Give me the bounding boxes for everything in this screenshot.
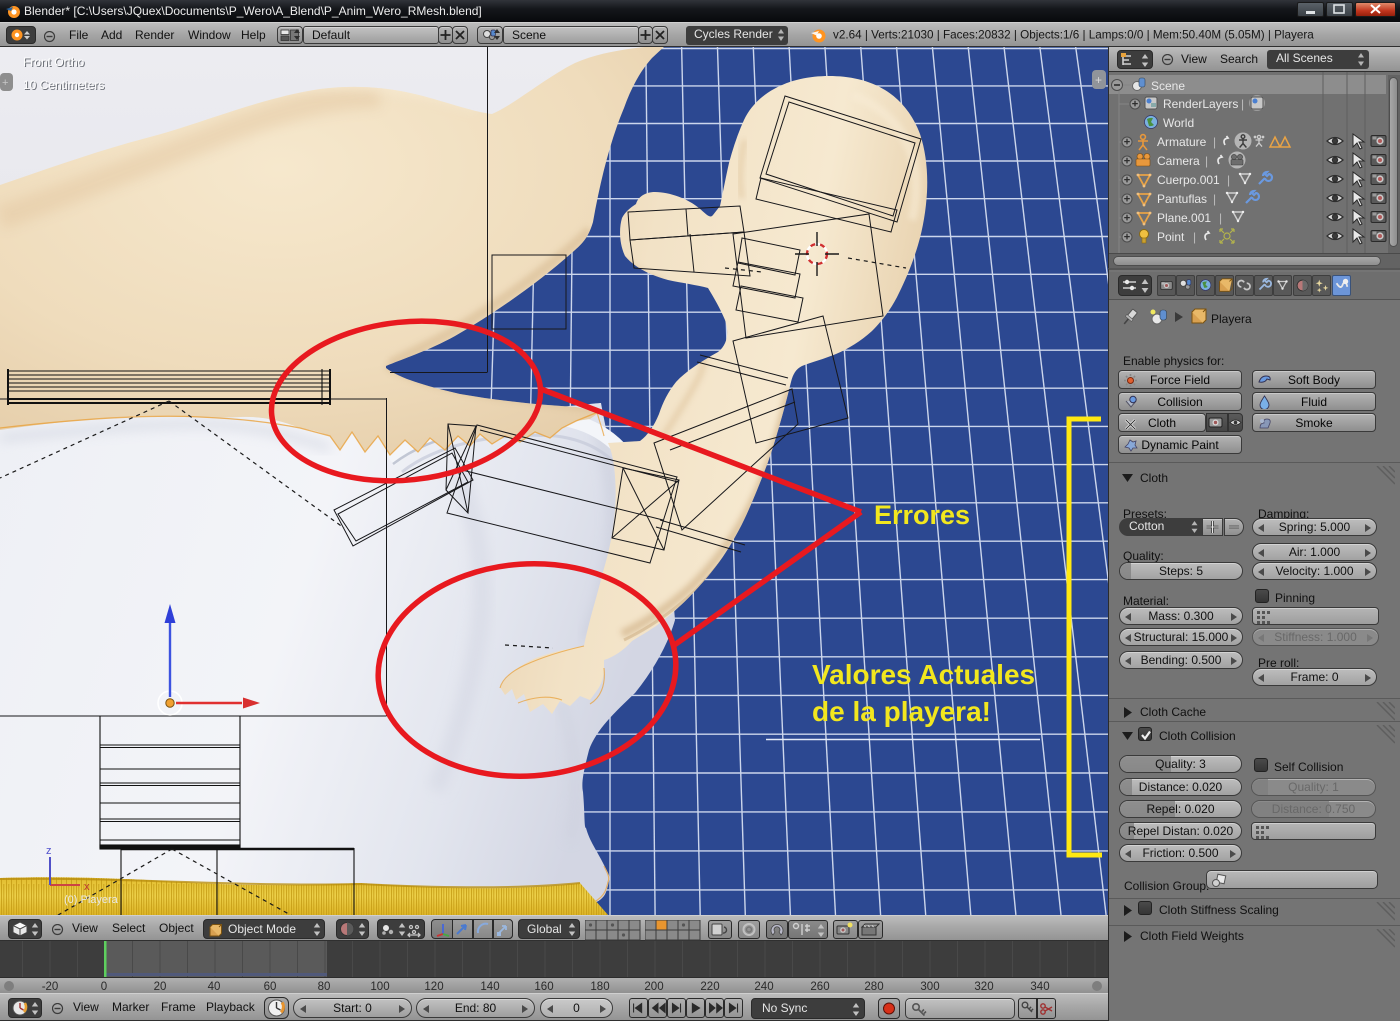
svg-text:+: + [1095,73,1102,87]
svg-text:40: 40 [208,981,221,993]
svg-text:120: 120 [424,981,443,993]
svg-text:(0) Playera: (0) Playera [64,894,119,906]
svg-text:320: 320 [974,981,993,993]
svg-text:Scene: Scene [1151,79,1185,93]
svg-text:Front Ortho: Front Ortho [23,55,85,69]
svg-text:|: | [1227,173,1230,187]
svg-text:Pantuflas: Pantuflas [1157,192,1207,206]
svg-text:10 Centimeters: 10 Centimeters [23,78,104,92]
svg-text:de la playera!: de la playera! [812,696,991,727]
svg-text:Point: Point [1157,230,1185,244]
svg-text:RenderLayers: RenderLayers [1163,97,1238,111]
svg-text:280: 280 [864,981,883,993]
svg-text:80: 80 [318,981,331,993]
svg-text:World: World [1163,116,1194,130]
svg-text:20: 20 [154,981,167,993]
svg-text:Armature: Armature [1157,135,1207,149]
svg-text:|: | [1241,97,1244,111]
svg-text:340: 340 [1030,981,1049,993]
svg-text:|: | [1193,230,1196,244]
svg-text:300: 300 [920,981,939,993]
svg-text:Errores: Errores [874,500,970,530]
svg-text:240: 240 [754,981,773,993]
svg-text:Plane.001: Plane.001 [1157,211,1211,225]
svg-text:200: 200 [644,981,663,993]
svg-text:-20: -20 [42,981,59,993]
svg-text:0: 0 [101,981,107,993]
svg-text:|: | [1205,154,1208,168]
svg-text:Valores Actuales: Valores Actuales [812,659,1035,690]
svg-text:60: 60 [264,981,277,993]
svg-text:|: | [1219,211,1222,225]
svg-text:+: + [2,77,8,89]
svg-text:|: | [1213,135,1216,149]
svg-text:z: z [46,845,52,857]
svg-text:100: 100 [370,981,389,993]
svg-text:160: 160 [534,981,553,993]
svg-text:260: 260 [810,981,829,993]
svg-text:|: | [1213,192,1216,206]
svg-text:x: x [84,881,90,893]
svg-text:Camera: Camera [1157,154,1200,168]
svg-text:220: 220 [700,981,719,993]
svg-text:180: 180 [590,981,609,993]
svg-text:140: 140 [480,981,499,993]
svg-text:Cuerpo.001: Cuerpo.001 [1157,173,1220,187]
